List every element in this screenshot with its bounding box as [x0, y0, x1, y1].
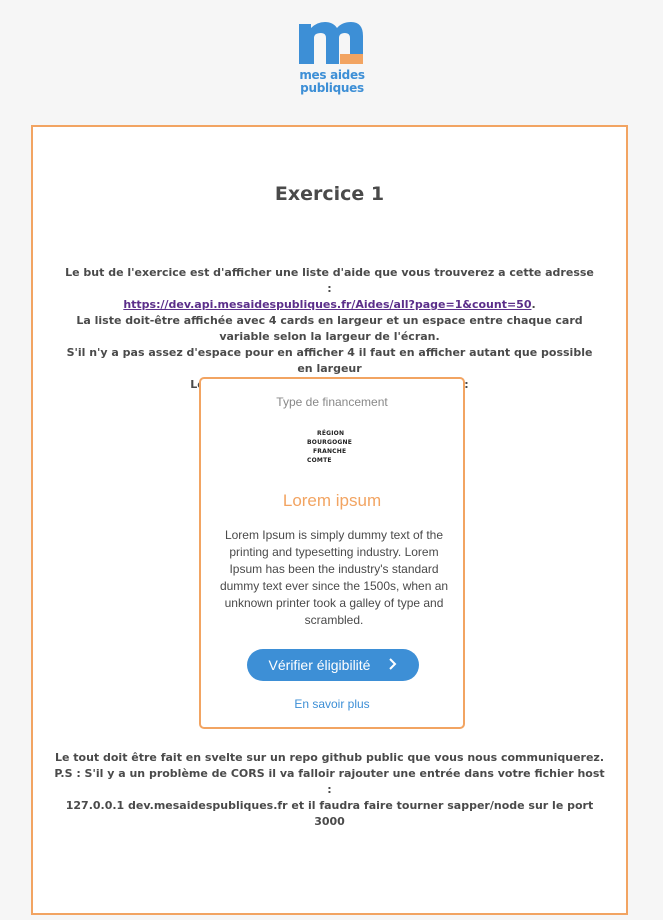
- card-title: Lorem ipsum: [282, 491, 382, 510]
- region-logo-line-1: RÉGION: [317, 430, 345, 437]
- exercise-frame: Exercice 1 Le but de l'exercice est d'af…: [31, 125, 628, 915]
- outro-line-2: P.S : S'il y a un problème de CORS il va…: [54, 767, 605, 796]
- outro-text: Le tout doit être fait en svelte sur un …: [53, 750, 606, 830]
- brand-logo: mes aides publiques: [297, 16, 367, 95]
- m-logo-icon: [299, 22, 363, 64]
- intro-text: Le but de l'exercice est d'afficher une …: [63, 265, 596, 393]
- check-eligibility-button[interactable]: Vérifier éligibilité: [247, 649, 419, 681]
- intro-line-2: La liste doit-être affichée avec 4 cards…: [76, 314, 583, 343]
- brand-line-2: publiques: [300, 81, 364, 95]
- check-eligibility-label: Vérifier éligibilité: [268, 657, 371, 673]
- learn-more-link[interactable]: En savoir plus: [201, 697, 463, 711]
- region-logo-line-4: COMTE: [307, 457, 332, 464]
- brand-name: mes aides publiques: [297, 69, 367, 95]
- page-title: Exercice 1: [274, 183, 385, 205]
- card-description: Lorem Ipsum is simply dummy text of the …: [219, 528, 449, 627]
- outro-line-1: Le tout doit être fait en svelte sur un …: [54, 751, 605, 764]
- funding-type-label: Type de financement: [276, 395, 388, 409]
- chevron-right-icon: [388, 658, 397, 672]
- region-logo: RÉGION BOURGOGNE FRANCHE COMTE: [307, 429, 359, 475]
- outro-line-3: 127.0.0.1 dev.mesaidespubliques.fr et il…: [65, 799, 594, 828]
- intro-line-3: S'il n'y a pas assez d'espace pour en af…: [66, 346, 593, 375]
- aid-card: Type de financement RÉGION BOURGOGNE FRA…: [199, 377, 465, 729]
- region-logo-line-3: FRANCHE: [313, 448, 347, 455]
- region-logo-line-2: BOURGOGNE: [307, 439, 353, 446]
- intro-line-1: Le but de l'exercice est d'afficher une …: [65, 266, 594, 311]
- api-link[interactable]: https://dev.api.mesaidespubliques.fr/Aid…: [123, 298, 531, 311]
